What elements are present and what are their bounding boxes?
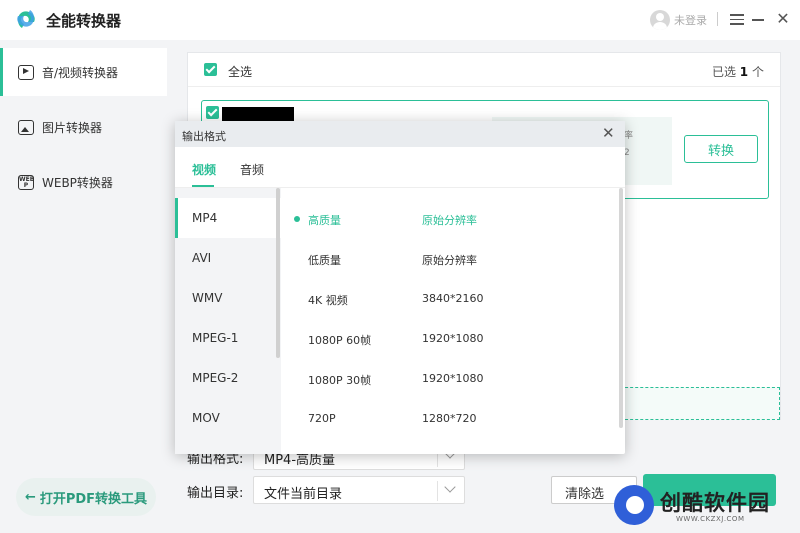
title-bar: 全能转换器 未登录 ✕: [0, 0, 800, 40]
sidebar-item-av-converter[interactable]: 音/视频转换器: [0, 48, 167, 96]
minimize-icon[interactable]: [752, 19, 764, 21]
tab-audio[interactable]: 音频: [240, 161, 264, 178]
quality-resolution: 原始分辨率: [422, 254, 477, 267]
close-window-icon[interactable]: ✕: [775, 11, 791, 27]
open-pdf-tool-button[interactable]: ← 打开PDF转换工具: [16, 478, 156, 516]
format-item-avi[interactable]: AVI: [175, 238, 281, 278]
quality-name: 高质量: [308, 214, 341, 227]
watermark-url: WWW.CKZXJ.COM: [676, 515, 745, 523]
selected-count: 已选 1 个: [711, 65, 764, 79]
format-item-wmv[interactable]: WMV: [175, 278, 281, 318]
select-all-checkbox[interactable]: [204, 63, 217, 76]
format-item-mpeg1[interactable]: MPEG-1: [175, 318, 281, 358]
file-checkbox[interactable]: [206, 106, 219, 119]
watermark-text: 创酷软件园: [660, 491, 770, 515]
output-format-dialog: 输出格式 ✕ 视频 音频 MP4 AVI WMV MPEG-1 MPEG-2 M…: [175, 121, 625, 454]
tab-video[interactable]: 视频: [192, 161, 216, 178]
sidebar-item-label: 图片转换器: [42, 120, 103, 135]
sidebar-item-label: 音/视频转换器: [42, 65, 119, 80]
quality-list-scrollbar[interactable]: [619, 188, 623, 428]
quality-resolution: 1920*1080: [422, 332, 484, 345]
quality-resolution: 1280*720: [422, 412, 477, 425]
quality-name: 4K 视频: [308, 294, 348, 307]
close-icon[interactable]: ✕: [602, 124, 615, 142]
format-list-scrollbar[interactable]: [276, 188, 280, 358]
quality-name: 1080P 30帧: [308, 374, 372, 387]
avatar[interactable]: [650, 10, 670, 30]
sidebar-item-webp-converter[interactable]: WEB P WEBP转换器: [0, 158, 167, 206]
quality-resolution: 1920*1080: [422, 372, 484, 385]
menu-icon[interactable]: [730, 12, 744, 26]
output-dir-select[interactable]: 文件当前目录: [253, 476, 465, 504]
format-list: MP4 AVI WMV MPEG-1 MPEG-2 MOV: [175, 188, 281, 454]
quality-option-row[interactable]: 1080P 30帧 1920*1080: [293, 370, 613, 410]
dialog-title: 输出格式: [182, 130, 226, 143]
quality-resolution: 3840*2160: [422, 292, 484, 305]
quality-option-row[interactable]: 720P 1280*720: [293, 410, 613, 450]
quality-name: 低质量: [308, 254, 341, 267]
quality-resolution: 原始分辨率: [422, 214, 477, 227]
output-dir-label: 输出目录:: [187, 486, 244, 501]
app-logo-icon: [17, 10, 35, 28]
quality-option-row[interactable]: 1080P 60帧 1920*1080: [293, 330, 613, 370]
file-info-text: 率: [624, 131, 634, 141]
arrow-left-icon: ←: [24, 489, 36, 505]
convert-button[interactable]: 转换: [684, 135, 758, 163]
dialog-title-bar: 输出格式 ✕: [175, 121, 625, 147]
login-area[interactable]: 未登录: [650, 10, 707, 30]
quality-option-row[interactable]: 低质量 原始分辨率: [293, 250, 613, 290]
select-all-label[interactable]: 全选: [228, 63, 252, 80]
watermark-logo-icon: [614, 485, 654, 525]
active-tab-indicator: [192, 185, 214, 187]
sidebar: 音/视频转换器 图片转换器 WEB P WEBP转换器: [0, 48, 167, 533]
output-dir-value: 文件当前目录: [264, 487, 343, 502]
format-tabs: 视频 音频: [175, 147, 625, 188]
sidebar-item-image-converter[interactable]: 图片转换器: [0, 103, 167, 151]
format-item-mp4[interactable]: MP4: [175, 198, 281, 238]
sidebar-item-label: WEBP转换器: [42, 175, 113, 190]
quality-name: 1080P 60帧: [308, 334, 372, 347]
video-icon: [18, 64, 34, 80]
selected-dot-icon: [294, 216, 300, 222]
add-files-drop-area[interactable]: [620, 387, 780, 420]
quality-name: 720P: [308, 412, 336, 425]
format-item-mov[interactable]: MOV: [175, 398, 281, 438]
pdf-button-label: 打开PDF转换工具: [39, 491, 148, 507]
quality-option-row[interactable]: 高质量 原始分辨率: [293, 210, 613, 250]
chevron-down-icon[interactable]: [444, 481, 456, 493]
quality-option-row[interactable]: 4K 视频 3840*2160: [293, 290, 613, 330]
webp-icon: WEB P: [18, 174, 35, 190]
format-item-mpeg2[interactable]: MPEG-2: [175, 358, 281, 398]
login-status[interactable]: 未登录: [674, 12, 707, 28]
file-list-header: 全选 已选 1 个: [188, 53, 780, 87]
select-divider: [437, 481, 438, 501]
image-icon: [18, 119, 34, 135]
app-title: 全能转换器: [46, 12, 122, 30]
titlebar-divider: [717, 12, 718, 26]
